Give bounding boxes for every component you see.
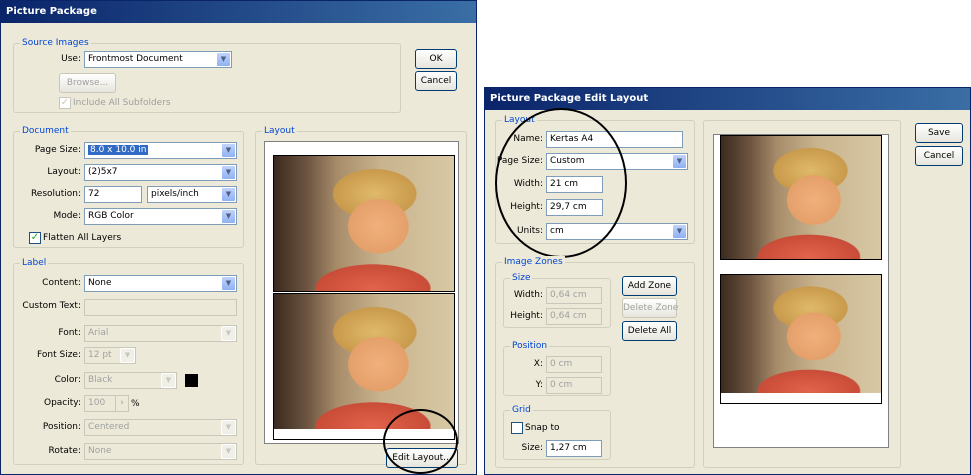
color-value: Black bbox=[88, 375, 113, 385]
chevron-down-icon: ▼ bbox=[161, 373, 176, 388]
position-group-label: Position bbox=[510, 340, 550, 352]
color-label: Color: bbox=[54, 375, 81, 385]
pe-photo-2 bbox=[721, 275, 881, 393]
snap-to-checkbox[interactable] bbox=[511, 422, 523, 434]
rotate-select[interactable]: None ▼ bbox=[84, 443, 237, 460]
chevron-down-icon: ▼ bbox=[216, 52, 231, 67]
flatten-label: Flatten All Layers bbox=[43, 233, 122, 243]
cancel-button[interactable]: Cancel bbox=[415, 71, 457, 91]
mode-label: Mode: bbox=[53, 211, 81, 221]
color-swatch[interactable] bbox=[185, 374, 198, 387]
grid-label: Grid bbox=[510, 404, 533, 416]
custom-text-label: Custom Text: bbox=[22, 301, 81, 311]
font-label: Font: bbox=[58, 328, 81, 338]
page-size-select[interactable]: 8.0 x 10.0 in ▼ bbox=[84, 142, 237, 159]
browse-button[interactable]: Browse... bbox=[59, 73, 116, 93]
layout-group-label: Layout bbox=[262, 125, 297, 137]
ok-button[interactable]: OK bbox=[415, 49, 457, 69]
use-label: Use: bbox=[61, 54, 81, 64]
mode-value: RGB Color bbox=[88, 211, 134, 221]
y-input[interactable]: 0 cm bbox=[546, 377, 602, 394]
content-label: Content: bbox=[42, 278, 81, 288]
font-size-value: 12 pt bbox=[88, 350, 112, 360]
layout-select[interactable]: (2)5x7 ▼ bbox=[84, 164, 237, 181]
grid-size-input[interactable]: 1,27 cm bbox=[546, 440, 602, 457]
color-select[interactable]: Black ▼ bbox=[84, 372, 177, 389]
chevron-down-icon: ▼ bbox=[221, 326, 236, 341]
highlight-circle bbox=[383, 409, 458, 474]
custom-text-input[interactable] bbox=[84, 299, 237, 316]
delete-zone-button[interactable]: Delete Zone bbox=[622, 298, 678, 318]
zone-height-label: Height: bbox=[510, 311, 543, 321]
chevron-down-icon: ▼ bbox=[672, 224, 687, 239]
opacity-slider-button[interactable]: › bbox=[115, 395, 129, 412]
opacity-label: Opacity: bbox=[44, 398, 81, 408]
chevron-down-icon: ▼ bbox=[221, 209, 236, 224]
add-zone-button[interactable]: Add Zone bbox=[622, 276, 677, 296]
include-subfolders-checkbox[interactable]: ✓ bbox=[59, 97, 71, 109]
font-size-label: Font Size: bbox=[37, 350, 81, 360]
delete-all-button[interactable]: Delete All bbox=[622, 321, 677, 341]
font-size-select[interactable]: 12 pt ▼ bbox=[84, 347, 136, 364]
x-label: X: bbox=[533, 359, 543, 369]
zone-height-input[interactable]: 0,64 cm bbox=[546, 308, 602, 325]
content-select[interactable]: None ▼ bbox=[84, 275, 237, 292]
source-images-label: Source Images bbox=[20, 37, 91, 49]
grid-size-label: Size: bbox=[521, 443, 543, 453]
y-label: Y: bbox=[535, 380, 543, 390]
resolution-unit-select[interactable]: pixels/inch ▼ bbox=[147, 186, 237, 203]
layout-value: (2)5x7 bbox=[88, 167, 118, 177]
include-subfolders-label: Include All Subfolders bbox=[73, 98, 171, 108]
chevron-down-icon: ▼ bbox=[221, 187, 236, 202]
opacity-unit: % bbox=[131, 399, 140, 409]
font-select[interactable]: Arial ▼ bbox=[84, 325, 237, 342]
chevron-down-icon: ▼ bbox=[221, 420, 236, 435]
edit-layout-dialog: Picture Package Edit Layout Layout Name:… bbox=[484, 87, 971, 475]
page-size-value: 8.0 x 10.0 in bbox=[88, 145, 149, 155]
page-size-label: Page Size: bbox=[34, 145, 81, 155]
pe-cancel-button[interactable]: Cancel bbox=[915, 146, 963, 166]
use-select[interactable]: Frontmost Document ▼ bbox=[84, 51, 232, 68]
pe-photo-1 bbox=[721, 136, 881, 259]
chevron-down-icon: ▼ bbox=[221, 143, 236, 158]
resolution-label: Resolution: bbox=[30, 189, 81, 199]
position-label: Position: bbox=[42, 422, 81, 432]
picture-package-dialog: Picture Package Source Images Use: Front… bbox=[0, 0, 477, 475]
zone-size-label: Size bbox=[510, 272, 533, 284]
font-value: Arial bbox=[88, 328, 109, 338]
chevron-down-icon: ▼ bbox=[221, 165, 236, 180]
use-value: Frontmost Document bbox=[88, 54, 183, 64]
pp-title: Picture Package bbox=[1, 1, 476, 23]
zone-width-label: Width: bbox=[513, 290, 543, 300]
layout-label: Layout: bbox=[47, 167, 81, 177]
chevron-down-icon: ▼ bbox=[120, 348, 135, 363]
image-zones-label: Image Zones bbox=[502, 256, 565, 268]
rotate-value: None bbox=[88, 446, 112, 456]
mode-select[interactable]: RGB Color ▼ bbox=[84, 208, 237, 225]
snap-to-label: Snap to bbox=[525, 423, 560, 433]
chevron-down-icon: ▼ bbox=[672, 154, 687, 169]
resolution-unit-value: pixels/inch bbox=[151, 189, 199, 199]
content-value: None bbox=[88, 278, 112, 288]
pe-layout-preview bbox=[713, 134, 889, 448]
zone-width-input[interactable]: 0,64 cm bbox=[546, 287, 602, 304]
preview-photo-1 bbox=[274, 156, 454, 291]
label-group-label: Label bbox=[20, 257, 49, 269]
position-value: Centered bbox=[88, 422, 130, 432]
chevron-down-icon: ▼ bbox=[221, 444, 236, 459]
resolution-input[interactable]: 72 bbox=[84, 186, 142, 203]
rotate-label: Rotate: bbox=[48, 446, 82, 456]
highlight-circle-2 bbox=[495, 108, 627, 258]
flatten-checkbox[interactable]: ✓ bbox=[29, 232, 41, 244]
document-label: Document bbox=[20, 125, 71, 137]
position-select[interactable]: Centered ▼ bbox=[84, 419, 237, 436]
layout-preview bbox=[264, 141, 459, 444]
chevron-down-icon: ▼ bbox=[221, 276, 236, 291]
x-input[interactable]: 0 cm bbox=[546, 356, 602, 373]
pe-title: Picture Package Edit Layout bbox=[485, 88, 970, 110]
opacity-input[interactable]: 100 bbox=[84, 395, 116, 412]
save-button[interactable]: Save bbox=[915, 123, 963, 143]
